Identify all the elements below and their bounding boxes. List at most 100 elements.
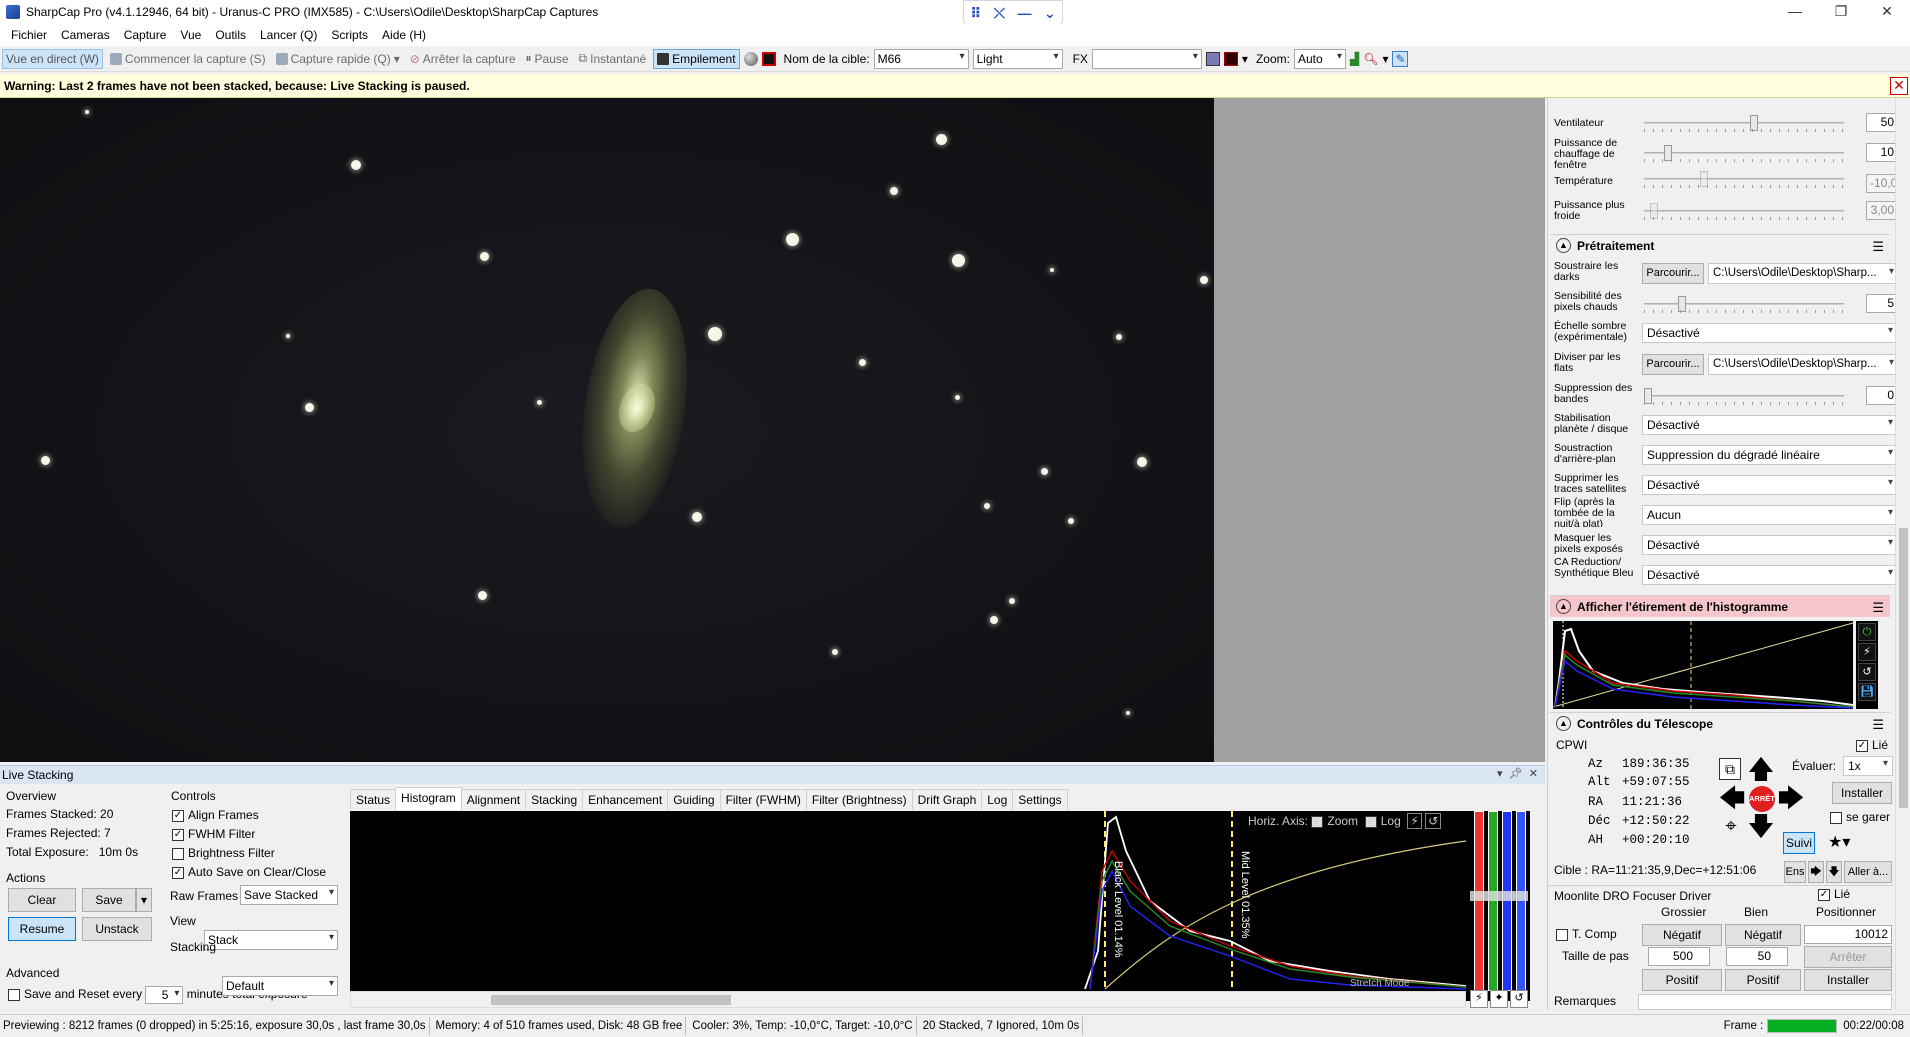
collapse-icon[interactable]: ▲: [1556, 599, 1571, 614]
goto-button[interactable]: Aller à...: [1844, 861, 1892, 883]
histogram-icon[interactable]: ▟: [1350, 52, 1359, 66]
focuser-linked[interactable]: ✓ Lié: [1818, 887, 1850, 901]
preprocessing-header[interactable]: ▲ Prétraitement ☰: [1550, 234, 1890, 256]
satellite-combo[interactable]: Désactivé: [1642, 475, 1895, 495]
level-handles[interactable]: [1470, 891, 1528, 901]
arrow-up-button[interactable]: 🡅: [1747, 755, 1775, 783]
tab-settings[interactable]: Settings: [1012, 789, 1068, 810]
window-heater-value[interactable]: 10: [1866, 143, 1895, 162]
crosshair-icon[interactable]: ⌖: [1720, 815, 1742, 837]
raw-frames-combo[interactable]: Save Stacked: [240, 885, 338, 905]
channel-level-sliders[interactable]: [1466, 811, 1530, 1001]
power-icon[interactable]: ⏻: [1858, 623, 1876, 641]
slew-rate-combo[interactable]: 1x: [1843, 756, 1893, 776]
reset-icon[interactable]: ↺: [1425, 813, 1442, 829]
save-button[interactable]: Save: [82, 888, 136, 912]
reset-icon[interactable]: ↺: [1858, 663, 1876, 681]
tab-histogram[interactable]: Histogram: [395, 787, 462, 810]
coarse-step-input[interactable]: 500: [1648, 947, 1710, 966]
pin-icon[interactable]: ✎: [1392, 50, 1409, 67]
red-cross-icon[interactable]: [1223, 51, 1238, 66]
magnifier-dropdown-icon[interactable]: ▾: [1382, 52, 1388, 66]
set-target-button[interactable]: Ens: [1784, 861, 1806, 883]
menu-help[interactable]: Aide (H): [375, 28, 433, 42]
unstack-button[interactable]: Unstack: [82, 917, 152, 941]
pause-button[interactable]: ⏸ Pause: [523, 49, 572, 68]
darks-path-combo[interactable]: C:\Users\Odile\Desktop\Sharp...: [1708, 263, 1895, 284]
fwhm-filter-checkbox[interactable]: ✓ FWHM Filter: [172, 827, 255, 841]
pin-icon[interactable]: 📌︎: [1509, 768, 1523, 780]
stabilization-combo[interactable]: Désactivé: [1642, 415, 1895, 435]
hot-pixel-slider[interactable]: [1644, 296, 1844, 313]
view-combo[interactable]: Stack: [204, 930, 338, 950]
quick-capture-button[interactable]: Capture rapide (Q) ▾: [273, 50, 403, 68]
fine-negative-button[interactable]: Négatif: [1725, 924, 1801, 946]
collapse-icon[interactable]: ⤬: [994, 5, 1005, 22]
save-dropdown-icon[interactable]: ▾: [136, 888, 152, 912]
collapse-icon[interactable]: ▲: [1556, 238, 1571, 253]
lightning-icon[interactable]: ⚡: [1858, 643, 1876, 661]
hot-pixel-value[interactable]: 5: [1866, 294, 1895, 313]
tracking-button[interactable]: Suivi: [1783, 832, 1815, 854]
hamburger-icon[interactable]: ☰: [1872, 600, 1884, 616]
fine-step-input[interactable]: 50: [1726, 947, 1788, 966]
tab-filter-brightness[interactable]: Filter (Brightness): [805, 789, 913, 810]
window-heater-slider[interactable]: [1644, 145, 1844, 162]
frame-type-combo[interactable]: Light: [972, 48, 1063, 69]
telescope-header[interactable]: ▲ Contrôles du Télescope ☰: [1550, 712, 1890, 734]
save-reset-input[interactable]: 5: [145, 986, 184, 1004]
luminance-channel-slider[interactable]: [1516, 811, 1526, 991]
flats-browse-button[interactable]: Parcourir...: [1642, 354, 1704, 375]
auto-save-checkbox[interactable]: ✓ Auto Save on Clear/Close: [172, 865, 326, 879]
star-icon[interactable]: ★▾: [1828, 833, 1860, 853]
reticle-dropdown-icon[interactable]: ▾: [1242, 52, 1248, 66]
snapshot-button[interactable]: ⧉ Instantané: [576, 49, 650, 68]
park-checkbox[interactable]: se garer: [1830, 810, 1890, 824]
menu-launch[interactable]: Lancer (Q): [253, 28, 324, 42]
save-reset-checkbox[interactable]: [8, 989, 20, 1001]
dark-scale-combo[interactable]: Désactivé: [1642, 323, 1895, 343]
lightning-icon[interactable]: ⚡: [1470, 990, 1488, 1008]
menu-capture[interactable]: Capture: [117, 28, 174, 42]
stretch-histogram[interactable]: [1553, 621, 1853, 709]
stacking-button[interactable]: Empilement: [653, 48, 740, 69]
stop-capture-button[interactable]: ⊘ Arrêter la capture: [407, 50, 519, 68]
brightness-filter-checkbox[interactable]: Brightness Filter: [172, 846, 275, 860]
chevron-down-icon[interactable]: ⌄: [1044, 5, 1056, 22]
tcomp-checkbox[interactable]: T. Comp: [1556, 927, 1617, 941]
right-panel-scrollbar[interactable]: [1895, 98, 1910, 1010]
align-frames-checkbox[interactable]: ✓ Align Frames: [172, 808, 259, 822]
auto-stretch-icon[interactable]: ⚡: [1407, 813, 1422, 829]
log-checkbox[interactable]: ✓: [1364, 815, 1377, 828]
go-right-icon[interactable]: 🡆: [1808, 861, 1824, 883]
fan-value[interactable]: 50: [1866, 113, 1895, 132]
menu-file[interactable]: Fichier: [4, 28, 54, 42]
zoom-checkbox[interactable]: ✓: [1311, 815, 1324, 828]
menu-scripts[interactable]: Scripts: [324, 28, 375, 42]
banding-value[interactable]: 0: [1866, 386, 1895, 405]
maximize-button[interactable]: ❐: [1818, 0, 1864, 24]
magnifier-icon[interactable]: 🔍︎: [1363, 52, 1378, 66]
mask-combo[interactable]: Désactivé: [1642, 535, 1895, 555]
telescope-linked[interactable]: ✓ Lié: [1856, 738, 1888, 752]
green-channel-slider[interactable]: [1488, 811, 1498, 991]
tab-log[interactable]: Log: [981, 789, 1014, 810]
fan-slider[interactable]: [1644, 115, 1844, 132]
coarse-positive-button[interactable]: Positif: [1642, 969, 1722, 991]
synthetic-combo[interactable]: Désactivé: [1642, 565, 1895, 585]
sync-icon[interactable]: ⧉: [1719, 758, 1741, 780]
target-icon[interactable]: ✦: [1490, 990, 1508, 1008]
go-down-icon[interactable]: 🡇: [1826, 861, 1842, 883]
grid-icon[interactable]: ⠿: [970, 5, 981, 22]
tab-enhancement[interactable]: Enhancement: [582, 789, 669, 810]
sphere-icon[interactable]: [743, 51, 758, 66]
menu-cameras[interactable]: Cameras: [54, 28, 117, 42]
histogram-scrollbar[interactable]: [350, 991, 1466, 1008]
flame-icon[interactable]: [761, 51, 776, 66]
save-icon[interactable]: 💾︎: [1858, 683, 1876, 701]
tab-guiding[interactable]: Guiding: [667, 789, 721, 810]
live-view-button[interactable]: Vue en direct (W): [2, 48, 103, 69]
hamburger-icon[interactable]: ☰: [1872, 717, 1884, 733]
clear-button[interactable]: Clear: [8, 888, 76, 912]
close-window-button[interactable]: ✕: [1864, 0, 1910, 24]
